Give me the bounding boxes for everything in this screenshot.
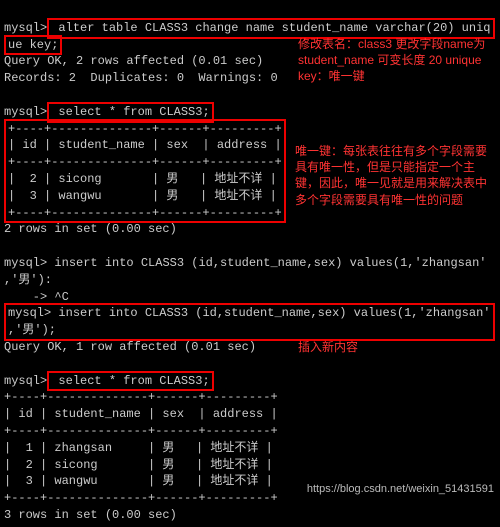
table-sep: +----+--------------+------+---------+ xyxy=(4,424,278,438)
table-sep: +----+--------------+------+---------+ xyxy=(4,390,278,404)
table-sep: +----+--------------+------+---------+ xyxy=(8,155,282,169)
prompt: mysql> xyxy=(8,306,51,320)
rowcount: 2 rows in set (0.00 sec) xyxy=(4,222,177,236)
query-result: Query OK, 2 rows affected (0.01 sec) xyxy=(4,54,263,68)
table-sep: +----+--------------+------+---------+ xyxy=(4,491,278,505)
table-sep: +----+--------------+------+---------+ xyxy=(8,206,282,220)
cancel-line: -> ^C xyxy=(4,290,69,304)
table-header: | id | student_name | sex | address | xyxy=(4,407,278,421)
query-result: Query OK, 1 row affected (0.01 sec) xyxy=(4,340,256,354)
table-header: | id | student_name | sex | address | xyxy=(8,138,282,152)
table-row: | 3 | wangwu | 男 | 地址不详 | xyxy=(4,474,273,488)
highlighted-command-4: select * from CLASS3; xyxy=(47,371,213,392)
annotation-3: 插入新内容 xyxy=(298,339,418,355)
watermark: https://blog.csdn.net/weixin_51431591 xyxy=(307,482,494,497)
annotation-2: 唯一键：每张表往往有多个字段需要具有唯一性，但是只能指定一个主键，因此，唯一见就… xyxy=(295,143,495,208)
annotation-1: 修改表名：class3 更改字段name为student_name 可变长度 2… xyxy=(298,36,488,85)
highlighted-table-1: +----+--------------+------+---------+ |… xyxy=(4,119,286,224)
highlighted-command-3: mysql> insert into CLASS3 (id,student_na… xyxy=(4,303,495,341)
prompt: mysql> xyxy=(4,21,47,35)
table-row: | 2 | sicong | 男 | 地址不详 | xyxy=(8,172,277,186)
table-row: | 1 | zhangsan | 男 | 地址不详 | xyxy=(4,441,273,455)
table-sep: +----+--------------+------+---------+ xyxy=(8,122,282,136)
prompt: mysql> xyxy=(4,105,47,119)
table-row: | 2 | sicong | 男 | 地址不详 | xyxy=(4,458,273,472)
rowcount: 3 rows in set (0.00 sec) xyxy=(4,508,177,522)
table-row: | 3 | wangwu | 男 | 地址不详 | xyxy=(8,189,277,203)
records-line: Records: 2 Duplicates: 0 Warnings: 0 xyxy=(4,71,278,85)
prompt: mysql> xyxy=(4,374,47,388)
prompt: mysql> xyxy=(4,256,47,270)
highlighted-command-1b: ue key; xyxy=(4,35,62,56)
